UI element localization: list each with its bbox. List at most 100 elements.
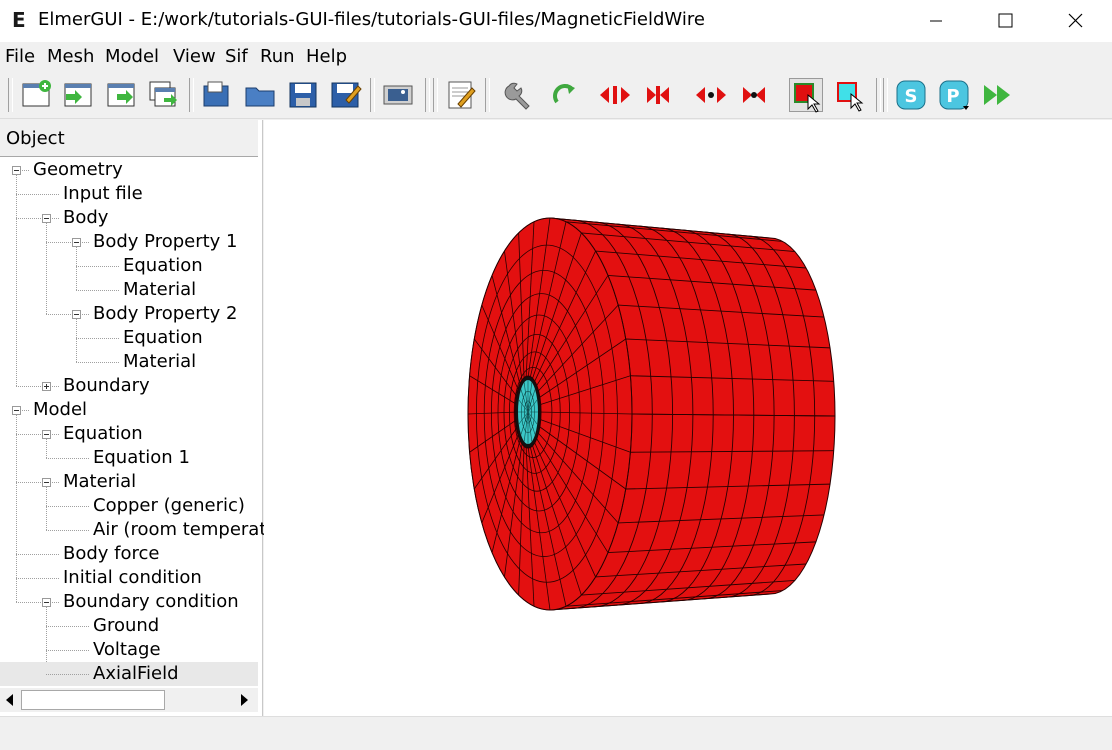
cylinder-mesh[interactable] [264, 120, 1112, 716]
unify-surface-button[interactable] [598, 78, 632, 112]
menu-run[interactable]: Run [260, 46, 295, 67]
menu-help[interactable]: Help [306, 46, 347, 67]
menu-model[interactable]: Model [105, 46, 159, 67]
open-folder-button[interactable] [243, 78, 277, 112]
tree-item-ground[interactable]: Ground [93, 615, 159, 637]
tree-item-material[interactable]: Material [123, 279, 196, 301]
screenshot-button[interactable] [381, 78, 415, 112]
edit-sif-button[interactable] [444, 78, 478, 112]
tree-item-body-force[interactable]: Body force [63, 543, 160, 565]
save-icon [289, 82, 317, 108]
tree-connector [76, 247, 77, 290]
unify-surface-icon [600, 86, 630, 104]
divide-edge-icon [743, 87, 765, 103]
tree-item-body[interactable]: Body [63, 207, 108, 229]
tree-collapse-toggle[interactable] [72, 310, 81, 319]
tree-collapse-toggle[interactable] [42, 598, 51, 607]
tree-item-voltage[interactable]: Voltage [93, 639, 161, 661]
tree-item-body-property-2[interactable]: Body Property 2 [93, 303, 238, 325]
object-panel-title: Object [6, 128, 65, 149]
tree-collapse-toggle[interactable] [42, 214, 51, 223]
menu-mesh[interactable]: Mesh [47, 46, 94, 67]
tree-item-equation[interactable]: Equation [123, 327, 203, 349]
tree-collapse-toggle[interactable] [12, 166, 21, 175]
save-as-icon [331, 82, 362, 108]
maximize-button[interactable] [975, 0, 1035, 42]
tree-connector [46, 626, 89, 627]
tree-connector [16, 554, 59, 555]
mesh-viewport[interactable] [264, 120, 1112, 716]
toolbar-grip[interactable] [8, 78, 13, 112]
window-title: ElmerGUI - E:/work/tutorials-GUI-files/t… [38, 9, 705, 30]
divide-edge-button[interactable] [737, 78, 771, 112]
open-file-button[interactable] [62, 78, 96, 112]
settings-wrench-button[interactable] [503, 78, 537, 112]
tree-item-material[interactable]: Material [123, 351, 196, 373]
tree-item-input-file[interactable]: Input file [63, 183, 143, 205]
unify-edge-button[interactable] [694, 78, 728, 112]
scroll-left-button[interactable] [0, 688, 20, 712]
tree-collapse-toggle[interactable] [42, 478, 51, 487]
horizontal-scrollbar[interactable] [0, 688, 258, 712]
menu-file[interactable]: File [5, 46, 35, 67]
close-button[interactable] [1045, 0, 1105, 42]
tree-item-model[interactable]: Model [33, 399, 87, 421]
tree-item-equation[interactable]: Equation [63, 423, 143, 445]
save-as-button[interactable] [328, 78, 362, 112]
load-mesh-icon [107, 83, 135, 107]
tree-connector [76, 319, 77, 362]
tree-collapse-toggle[interactable] [42, 430, 51, 439]
select-surface-button[interactable] [789, 78, 823, 113]
tree-connector [16, 578, 59, 579]
menu-view[interactable]: View [173, 46, 216, 67]
tree-item-axialfield[interactable]: AxialField [93, 663, 179, 685]
tree-connector [16, 415, 17, 602]
toolbar: S P [0, 72, 1112, 119]
tree-collapse-toggle[interactable] [12, 406, 21, 415]
menu-sif[interactable]: Sif [225, 46, 248, 67]
tree-connector [46, 530, 89, 531]
object-panel-header: Object [0, 120, 258, 157]
scroll-thumb[interactable] [21, 690, 165, 710]
tree-connector [76, 290, 119, 291]
run-all-icon [984, 85, 1010, 105]
tree-item-boundary-condition[interactable]: Boundary condition [63, 591, 239, 613]
divide-surface-button[interactable] [641, 78, 675, 112]
tree-item-body-property-1[interactable]: Body Property 1 [93, 231, 238, 253]
generate-mesh-button[interactable] [549, 78, 583, 112]
scroll-right-button[interactable] [234, 688, 254, 712]
toolbar-grip [876, 78, 881, 112]
title-bar: E ElmerGUI - E:/work/tutorials-GUI-files… [0, 0, 1112, 42]
start-solver-button[interactable]: S [894, 78, 928, 112]
save-button[interactable] [286, 78, 320, 112]
svg-text:S: S [905, 86, 918, 107]
start-postprocessor-button[interactable]: P [937, 78, 971, 112]
new-file-button[interactable] [20, 78, 54, 112]
copy-document-button[interactable] [200, 78, 234, 112]
tree-expand-toggle[interactable] [42, 382, 51, 391]
select-edge-button[interactable] [833, 78, 867, 112]
load-mesh-button[interactable] [105, 78, 139, 112]
tree-connector [16, 194, 59, 195]
tree-item-copper-generic[interactable]: Copper (generic) [93, 495, 245, 517]
tree-connector [16, 386, 59, 387]
tree-connector [16, 482, 59, 483]
tree-item-material[interactable]: Material [63, 471, 136, 493]
tree-collapse-toggle[interactable] [72, 238, 81, 247]
tree-item-geometry[interactable]: Geometry [33, 159, 123, 181]
toolbar-grip [883, 78, 888, 112]
run-all-button[interactable] [981, 78, 1015, 112]
tree-item-equation-1[interactable]: Equation 1 [93, 447, 190, 469]
import-button[interactable] [147, 78, 181, 112]
minimize-button[interactable] [906, 0, 966, 42]
app-logo-icon: E [12, 8, 26, 32]
tree-item-equation[interactable]: Equation [123, 255, 203, 277]
tree-connector [20, 410, 29, 411]
tree-item-boundary[interactable]: Boundary [63, 375, 150, 397]
tree-item-air-room-temperat[interactable]: Air (room temperat [93, 519, 266, 541]
open-file-icon [64, 83, 92, 107]
start-postprocessor-icon: P [939, 80, 969, 110]
tree-item-initial-condition[interactable]: Initial condition [63, 567, 202, 589]
toolbar-separator [370, 78, 375, 112]
tree-connector [20, 170, 29, 171]
